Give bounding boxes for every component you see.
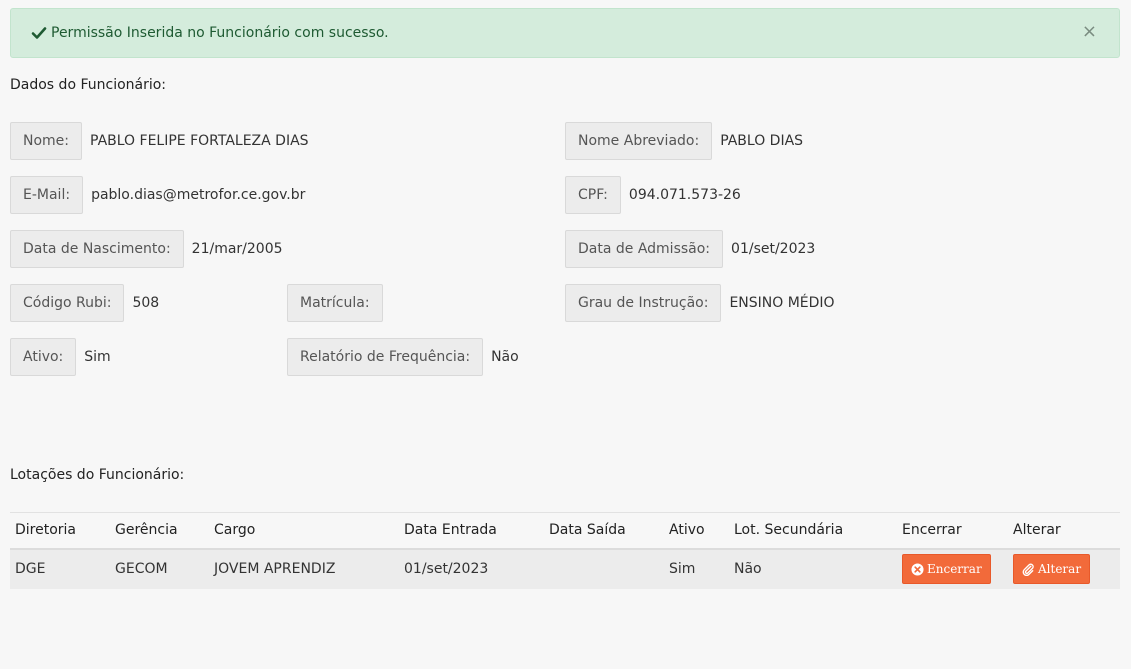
alert-message: Permissão Inserida no Funcionário com su… [51,25,389,41]
grau-instrucao-value: ENSINO MÉDIO [729,295,835,311]
grau-instrucao-label: Grau de Instrução: [565,284,722,322]
cell-diretoria: DGE [10,548,110,589]
header-encerrar: Encerrar [897,512,1008,550]
data-nascimento-label: Data de Nascimento: [10,230,184,268]
cell-ativo: Sim [664,548,729,589]
header-gerencia: Gerência [110,512,209,550]
alterar-label: Alterar [1038,562,1082,576]
field-data-nascimento: Data de Nascimento: 21/mar/2005 [10,230,283,268]
ativo-label: Ativo: [10,338,77,376]
circle-x-icon [911,562,924,576]
header-lot-secundaria: Lot. Secundária [729,512,897,550]
dados-title: Dados do Funcionário: [10,77,167,93]
field-matricula: Matrícula: [287,284,391,322]
nome-label: Nome: [10,122,83,160]
header-data-entrada: Data Entrada [399,512,544,550]
relatorio-frequencia-label: Relatório de Frequência: [287,338,484,376]
paperclip-icon [1022,563,1034,576]
lotacoes-title: Lotações do Funcionário: [10,467,185,483]
cell-cargo: JOVEM APRENDIZ [209,548,399,589]
data-admissao-label: Data de Admissão: [565,230,724,268]
field-codigo-rubi: Código Rubi: 508 [10,284,159,322]
cell-alterar: Alterar [1008,548,1120,589]
field-nome: Nome: PABLO FELIPE FORTALEZA DIAS [10,122,309,160]
encerrar-button[interactable]: Encerrar [902,554,991,584]
nome-abreviado-value: PABLO DIAS [720,133,804,149]
table-header-row: Diretoria Gerência Cargo Data Entrada Da… [10,512,1120,550]
relatorio-frequencia-value: Não [491,349,519,365]
nome-abreviado-label: Nome Abreviado: [565,122,713,160]
encerrar-label: Encerrar [927,562,982,576]
email-value: pablo.dias@metrofor.ce.gov.br [91,187,306,203]
nome-value: PABLO FELIPE FORTALEZA DIAS [90,133,309,149]
field-relatorio-frequencia: Relatório de Frequência: Não [287,338,519,376]
success-alert: Permissão Inserida no Funcionário com su… [10,8,1120,58]
check-icon [31,27,47,39]
codigo-rubi-label: Código Rubi: [10,284,125,322]
data-nascimento-value: 21/mar/2005 [191,241,283,257]
table-row: DGE GECOM JOVEM APRENDIZ 01/set/2023 Sim… [10,548,1120,589]
field-email: E-Mail: pablo.dias@metrofor.ce.gov.br [10,176,305,214]
header-cargo: Cargo [209,512,399,550]
ativo-value: Sim [84,349,111,365]
field-ativo: Ativo: Sim [10,338,111,376]
cell-lot-secundaria: Não [729,548,897,589]
cpf-label: CPF: [565,176,621,214]
header-data-saida: Data Saída [544,512,664,550]
data-admissao-value: 01/set/2023 [731,241,816,257]
alterar-button[interactable]: Alterar [1013,554,1091,584]
cpf-value: 094.071.573-26 [628,187,741,203]
cell-data-saida [544,548,664,589]
field-grau-instrucao: Grau de Instrução: ENSINO MÉDIO [565,284,835,322]
cell-gerencia: GECOM [110,548,209,589]
field-data-admissao: Data de Admissão: 01/set/2023 [565,230,815,268]
header-ativo: Ativo [664,512,729,550]
email-label: E-Mail: [10,176,84,214]
codigo-rubi-value: 508 [132,295,160,311]
cell-data-entrada: 01/set/2023 [399,548,544,589]
lotacoes-table: Diretoria Gerência Cargo Data Entrada Da… [10,512,1120,589]
close-icon[interactable]: × [1082,23,1097,41]
matricula-label: Matrícula: [287,284,383,322]
field-cpf: CPF: 094.071.573-26 [565,176,741,214]
cell-encerrar: Encerrar [897,548,1008,589]
header-alterar: Alterar [1008,512,1120,550]
header-diretoria: Diretoria [10,512,110,550]
field-nome-abreviado: Nome Abreviado: PABLO DIAS [565,122,803,160]
